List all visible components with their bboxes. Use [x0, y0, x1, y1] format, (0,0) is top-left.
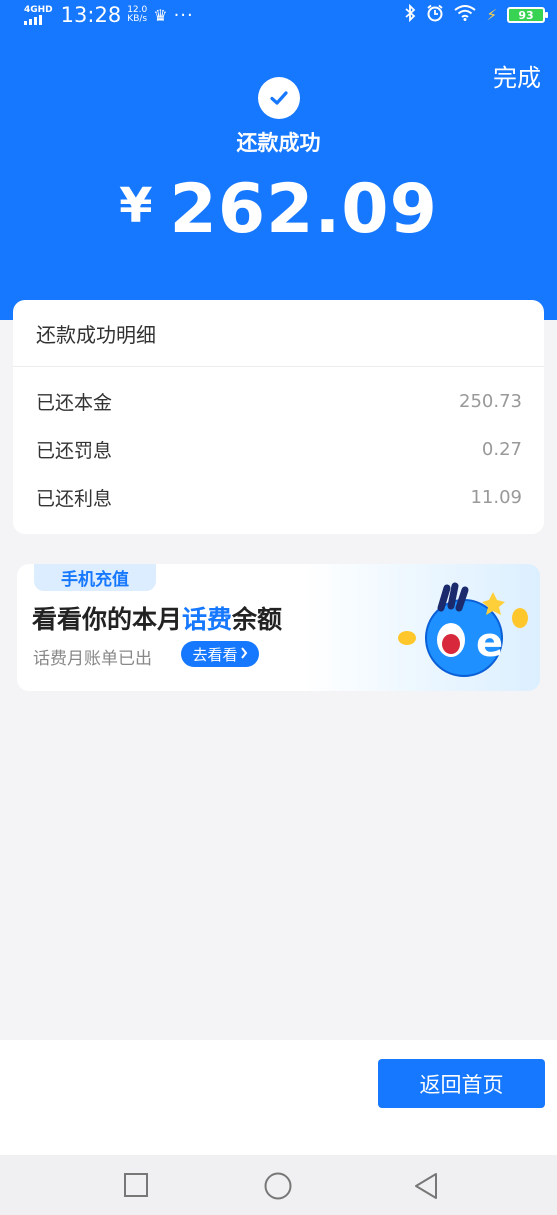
- more-icon: ···: [173, 4, 194, 26]
- detail-label: 已还利息: [36, 487, 113, 510]
- crown-icon: ♛: [153, 5, 168, 25]
- recent-apps-icon[interactable]: [123, 1172, 149, 1202]
- detail-row-principal: 已还本金 250.73: [13, 377, 544, 425]
- back-home-button[interactable]: 返回首页: [378, 1059, 545, 1108]
- amount-value: 262.09: [169, 170, 438, 249]
- detail-label: 已还本金: [36, 391, 113, 414]
- status-bar: 4GHD 13:28 12.0 KB/s ♛ ··· ⚡ 93: [0, 0, 557, 30]
- detail-value: 0.27: [481, 438, 522, 460]
- currency-symbol: ¥: [119, 178, 154, 234]
- detail-row-penalty: 已还罚息 0.27: [13, 425, 544, 473]
- network-type: 4GHD: [24, 4, 53, 15]
- mascot-icon: e: [389, 578, 534, 687]
- success-header: 完成 还款成功 ¥262.09: [0, 30, 557, 320]
- view-bill-button[interactable]: 去看看: [181, 641, 259, 667]
- alarm-icon: [426, 4, 444, 27]
- charging-icon: ⚡: [486, 6, 497, 24]
- network-speed: 12.0 KB/s: [127, 6, 147, 24]
- done-button[interactable]: 完成: [493, 58, 541, 93]
- phone-recharge-banner[interactable]: 手机充值 看看你的本月话费余额 话费月账单已出 去看看 e: [17, 564, 540, 691]
- speed-unit: KB/s: [127, 14, 148, 24]
- bluetooth-icon: [404, 3, 416, 27]
- card-title: 还款成功明细: [13, 300, 544, 367]
- promo-tag: 手机充值: [34, 564, 156, 591]
- detail-value: 250.73: [459, 390, 522, 412]
- view-bill-label: 去看看: [192, 645, 238, 664]
- detail-value: 11.09: [470, 486, 522, 508]
- bottom-action-bar: 返回首页: [0, 1040, 557, 1155]
- promo-subtitle: 话费月账单已出: [33, 649, 152, 669]
- chevron-right-icon: [240, 645, 248, 663]
- battery-icon: 93: [507, 7, 548, 23]
- check-icon: [258, 77, 300, 119]
- detail-label: 已还罚息: [36, 439, 113, 462]
- promo-title: 看看你的本月话费余额: [32, 600, 282, 636]
- detail-row-interest: 已还利息 11.09: [13, 473, 544, 521]
- wifi-icon: [454, 4, 477, 26]
- signal-icon: 4GHD: [24, 4, 53, 25]
- success-title: 还款成功: [236, 131, 321, 155]
- status-time: 13:28: [60, 3, 122, 27]
- mascot-letter: e: [476, 620, 503, 666]
- promo-title-prefix: 看看你的本月: [32, 605, 183, 634]
- promo-title-highlight: 话费: [182, 605, 233, 634]
- repayment-detail-card: 还款成功明细 已还本金 250.73 已还罚息 0.27 已还利息 11.09: [13, 300, 544, 534]
- home-icon[interactable]: [263, 1172, 293, 1204]
- system-nav-bar: [0, 1155, 557, 1215]
- promo-title-suffix: 余额: [232, 605, 283, 634]
- repayment-amount: ¥262.09: [0, 170, 557, 249]
- back-icon[interactable]: [412, 1172, 440, 1204]
- battery-level: 93: [518, 8, 534, 22]
